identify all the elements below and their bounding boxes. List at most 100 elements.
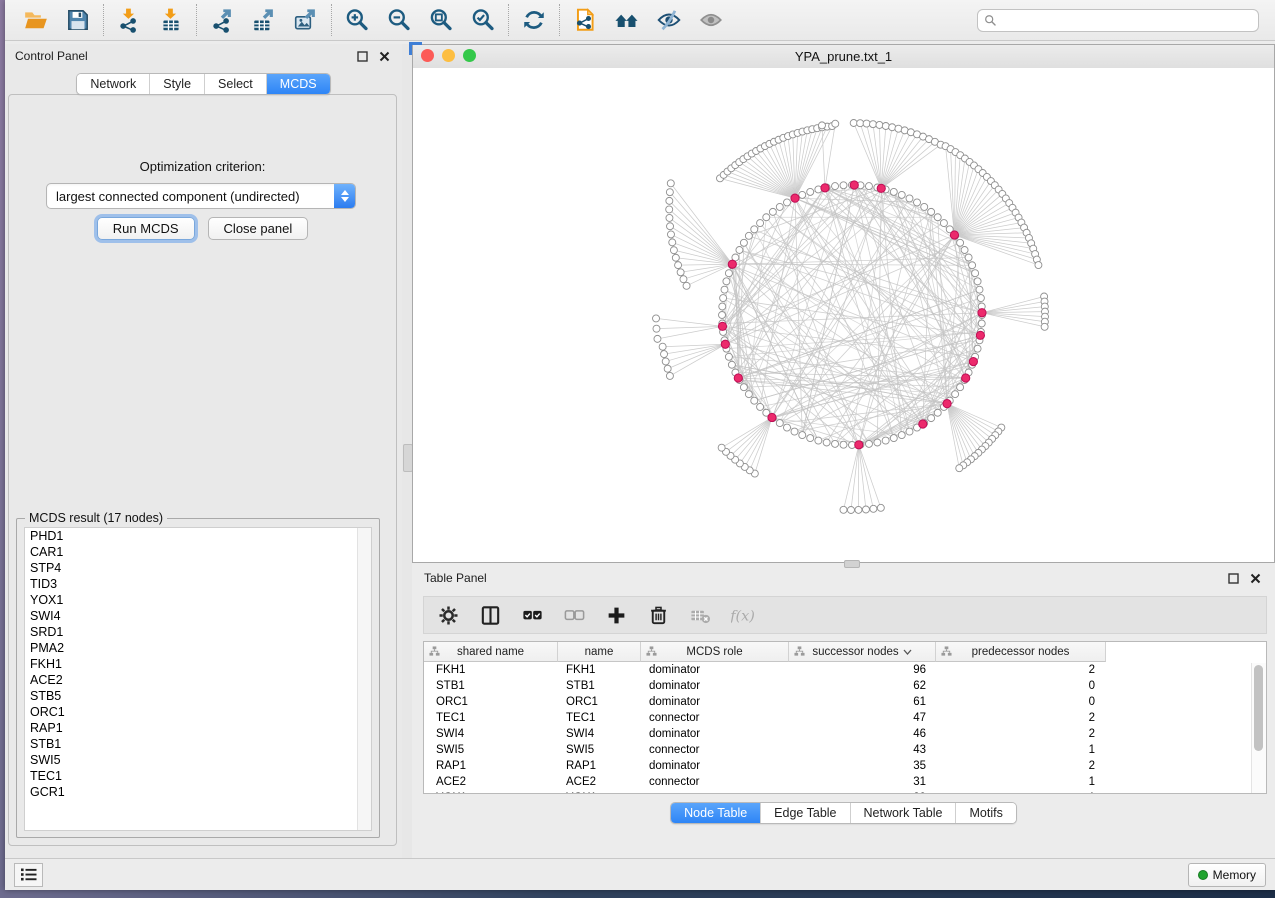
table-row[interactable]: ACE2ACE2connector311 — [424, 774, 1266, 790]
table-cell[interactable]: dominator — [641, 760, 789, 772]
mcds-result-item[interactable]: YOX1 — [25, 592, 371, 608]
network-node[interactable] — [721, 286, 728, 293]
mcds-hub-node[interactable] — [877, 184, 885, 192]
table-cell[interactable]: 1 — [936, 776, 1106, 788]
table-cell[interactable]: YOX1 — [424, 792, 558, 794]
show-all-icon[interactable] — [696, 6, 726, 34]
network-node[interactable] — [874, 439, 881, 446]
add-column-icon[interactable] — [602, 601, 630, 629]
mcds-result-item[interactable]: STP4 — [25, 560, 371, 576]
table-cell[interactable]: ACE2 — [424, 776, 558, 788]
network-node[interactable] — [976, 286, 983, 293]
table-cell[interactable]: FKH1 — [558, 664, 641, 676]
table-cell[interactable]: 2 — [936, 664, 1106, 676]
network-node[interactable] — [667, 231, 674, 238]
network-node[interactable] — [877, 504, 884, 511]
mcds-hub-node[interactable] — [734, 374, 742, 382]
task-history-button[interactable] — [14, 863, 43, 887]
network-node[interactable] — [666, 214, 673, 221]
network-node[interactable] — [928, 208, 935, 215]
horizontal-splitter-handle[interactable] — [844, 560, 860, 568]
mcds-result-item[interactable]: GCR1 — [25, 784, 371, 800]
network-node[interactable] — [882, 437, 889, 444]
mcds-hub-node[interactable] — [718, 322, 726, 330]
network-node[interactable] — [957, 384, 964, 391]
sort-arrow-icon[interactable] — [903, 649, 912, 655]
table-cell[interactable]: 31 — [789, 776, 936, 788]
table-cell[interactable]: 0 — [936, 696, 1106, 708]
network-node[interactable] — [784, 424, 791, 431]
network-node[interactable] — [725, 270, 732, 277]
network-node[interactable] — [870, 121, 877, 128]
network-node[interactable] — [957, 239, 964, 246]
column-header-MCDS-role[interactable]: MCDS role — [641, 642, 789, 662]
minimize-window-icon[interactable] — [442, 49, 455, 62]
network-node[interactable] — [677, 269, 684, 276]
table-cell[interactable]: 61 — [789, 696, 936, 708]
network-node[interactable] — [1041, 323, 1048, 330]
table-cell[interactable]: TEC1 — [424, 712, 558, 724]
network-node[interactable] — [961, 247, 968, 254]
mcds-result-item[interactable]: PHD1 — [25, 528, 371, 544]
network-node[interactable] — [672, 254, 679, 261]
table-cell[interactable]: connector — [641, 712, 789, 724]
mcds-result-item[interactable]: PMA2 — [25, 640, 371, 656]
mcds-result-item[interactable]: ORC1 — [25, 704, 371, 720]
network-node[interactable] — [776, 203, 783, 210]
table-cell[interactable]: dominator — [641, 728, 789, 740]
table-cell[interactable]: 62 — [789, 680, 936, 692]
network-node[interactable] — [740, 239, 747, 246]
network-node[interactable] — [680, 276, 687, 283]
table-cell[interactable]: 35 — [789, 760, 936, 772]
network-node[interactable] — [840, 182, 847, 189]
mcds-hub-node[interactable] — [976, 331, 984, 339]
table-cell[interactable]: 96 — [789, 664, 936, 676]
close-window-icon[interactable] — [421, 49, 434, 62]
hide-selected-icon[interactable] — [654, 6, 684, 34]
close-panel-button[interactable]: Close panel — [208, 217, 309, 240]
table-cell[interactable]: STB1 — [424, 680, 558, 692]
network-node[interactable] — [723, 278, 730, 285]
network-node[interactable] — [757, 220, 764, 227]
column-header-successor-nodes[interactable]: successor nodes — [789, 642, 936, 662]
table-cell[interactable]: 1 — [936, 744, 1106, 756]
network-node[interactable] — [898, 432, 905, 439]
network-node[interactable] — [847, 506, 854, 513]
table-row[interactable]: ORC1ORC1dominator610 — [424, 694, 1266, 710]
table-cell[interactable]: 29 — [789, 792, 936, 794]
network-node[interactable] — [974, 345, 981, 352]
network-node[interactable] — [850, 120, 857, 127]
table-cell[interactable]: SWI4 — [424, 728, 558, 740]
table-cell[interactable]: RAP1 — [558, 760, 641, 772]
export-image-icon[interactable] — [291, 6, 321, 34]
mcds-hub-node[interactable] — [768, 413, 776, 421]
close-panel-icon[interactable] — [376, 48, 392, 64]
mcds-result-item[interactable]: CAR1 — [25, 544, 371, 560]
mcds-result-item[interactable]: STB1 — [25, 736, 371, 752]
mcds-hub-node[interactable] — [969, 357, 977, 365]
tab-network[interactable]: Network — [77, 74, 149, 94]
network-node[interactable] — [666, 206, 673, 213]
optimization-criterion-select[interactable]: largest connected component (undirected) — [46, 183, 356, 209]
zoom-selected-icon[interactable] — [468, 6, 498, 34]
mcds-hub-node[interactable] — [943, 400, 951, 408]
table-cell[interactable]: dominator — [641, 696, 789, 708]
table-row[interactable]: RAP1RAP1dominator352 — [424, 758, 1266, 774]
open-session-icon[interactable] — [21, 6, 51, 34]
network-node[interactable] — [807, 188, 814, 195]
table-cell[interactable]: SWI4 — [558, 728, 641, 740]
network-node[interactable] — [818, 122, 825, 129]
tab-mcds[interactable]: MCDS — [266, 74, 330, 94]
network-node[interactable] — [855, 506, 862, 513]
network-node[interactable] — [832, 440, 839, 447]
table-scrollbar[interactable] — [1251, 663, 1266, 793]
network-node[interactable] — [784, 199, 791, 206]
network-node[interactable] — [791, 428, 798, 435]
mcds-hub-node[interactable] — [821, 184, 829, 192]
network-node[interactable] — [977, 295, 984, 302]
network-node[interactable] — [736, 247, 743, 254]
mcds-result-list[interactable]: PHD1CAR1STP4TID3YOX1SWI4SRD1PMA2FKH1ACE2… — [24, 527, 372, 831]
table-cell[interactable]: ORC1 — [424, 696, 558, 708]
network-node[interactable] — [751, 397, 758, 404]
network-node[interactable] — [769, 208, 776, 215]
